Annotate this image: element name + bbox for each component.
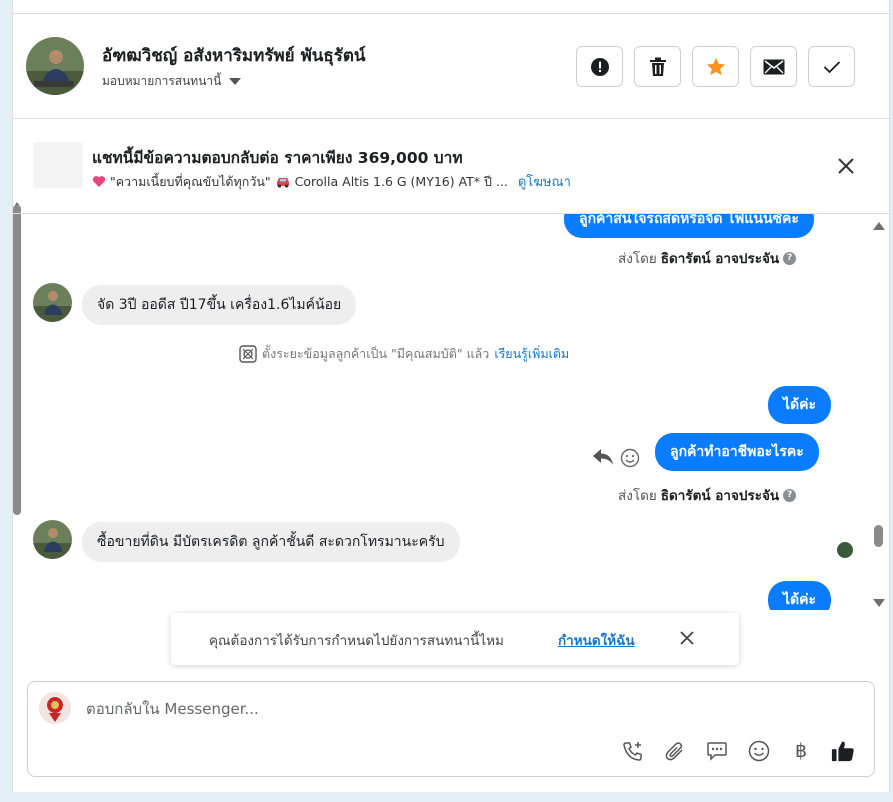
listing-banner: แชทนี้มีข้อความตอบกลับต่อ ราคาเพียง 369,… xyxy=(13,120,889,214)
assign-toast: คุณต้องการได้รับการกำหนดไปยังการสนทนานี้… xyxy=(171,613,739,665)
close-icon[interactable] xyxy=(680,631,694,645)
emoji-button[interactable] xyxy=(747,739,771,763)
outgoing-message[interactable]: ลูกค้าทำอาชีพอะไรคะ xyxy=(655,433,819,471)
star-icon xyxy=(706,57,725,75)
reply-icon[interactable] xyxy=(592,448,614,466)
mail-icon xyxy=(763,59,784,74)
react-emoji-icon[interactable] xyxy=(620,448,640,468)
sender-name: ธิดารัตน์ อาจประจัน xyxy=(660,251,780,267)
emoji-icon xyxy=(748,740,770,762)
outgoing-message[interactable]: ได้ค่ะ xyxy=(768,581,832,610)
trash-icon xyxy=(649,57,666,76)
message-composer: ฿ xyxy=(27,681,875,777)
assign-label: มอบหมายการสนทนานี้ xyxy=(102,74,222,88)
listing-subtitle: "ความเนี้ยบที่คุณขับได้ทุกวัน" Corolla A… xyxy=(92,171,571,192)
sender-name: ธิดารัตน์ อาจประจัน xyxy=(660,488,780,504)
page-avatar xyxy=(39,692,71,724)
system-message: ตั้งระยะข้อมูลลูกค้าเป็น "มีคุณสมบัติ" แ… xyxy=(239,344,569,364)
header-actions xyxy=(576,46,855,87)
like-icon xyxy=(831,741,854,762)
listing-tagline: "ความเนี้ยบที่คุณขับได้ทุกวัน" xyxy=(110,173,271,189)
help-icon[interactable]: ? xyxy=(783,251,797,265)
scroll-down-arrow[interactable] xyxy=(873,599,885,607)
message-thread[interactable]: ลูกค้าสนใจรถสดหรือจัด ไฟแนนซ์คะ ส่งโดย ธ… xyxy=(13,214,889,610)
add-call-icon xyxy=(623,742,642,761)
attach-button[interactable] xyxy=(663,739,687,763)
star-button[interactable] xyxy=(692,46,739,87)
car-icon xyxy=(276,177,289,188)
composer-toolbar: ฿ xyxy=(621,739,855,763)
done-button[interactable] xyxy=(808,46,855,87)
help-icon[interactable]: ? xyxy=(783,488,797,502)
saved-replies-button[interactable] xyxy=(705,739,729,763)
read-receipt-avatar xyxy=(837,542,853,558)
payment-button[interactable]: ฿ xyxy=(789,739,813,763)
system-text: ตั้งระยะข้อมูลลูกค้าเป็น "มีคุณสมบัติ" แ… xyxy=(262,346,490,361)
report-button[interactable] xyxy=(576,46,623,87)
delete-button[interactable] xyxy=(634,46,681,87)
scrollbar-thumb[interactable] xyxy=(874,525,883,547)
baht-icon: ฿ xyxy=(794,740,808,762)
heart-icon xyxy=(92,176,106,187)
scroll-up-arrow[interactable] xyxy=(873,222,885,230)
check-icon xyxy=(823,60,840,73)
view-ad-link[interactable]: ดูโฆษณา xyxy=(518,171,571,192)
assign-to-me-link[interactable]: กำหนดให้ฉัน xyxy=(558,629,635,651)
alert-icon xyxy=(590,57,609,76)
mark-unread-button[interactable] xyxy=(750,46,797,87)
add-call-button[interactable] xyxy=(621,739,645,763)
sent-by-label: ส่งโดย ธิดารัตน์ อาจประจัน ? xyxy=(618,247,797,269)
chevron-down-icon xyxy=(229,78,242,85)
contact-avatar[interactable] xyxy=(26,37,84,95)
contact-avatar-small[interactable] xyxy=(33,520,72,559)
sent-by-prefix: ส่งโดย xyxy=(618,488,657,504)
incoming-message[interactable]: จัด 3ปี ออดีส ปี17ขึ้น เครื่อง1.6ไมค์น้อ… xyxy=(82,285,357,325)
listing-thumbnail[interactable] xyxy=(33,142,83,188)
listing-title: แชทนี้มีข้อความตอบกลับต่อ ราคาเพียง 369,… xyxy=(92,149,463,167)
assign-conversation-dropdown[interactable]: มอบหมายการสนทนานี้ xyxy=(102,72,242,91)
listing-model: Corolla Altis 1.6 G (MY16) AT* ปี ... xyxy=(294,173,508,189)
inbox-conversation-panel: อัฑฒวิชญ์ อสังหาริมทรัพย์ พันธุรัตน์ มอบ… xyxy=(12,0,890,792)
sent-by-prefix: ส่งโดย xyxy=(618,251,657,267)
sent-by-label: ส่งโดย ธิดารัตน์ อาจประจัน ? xyxy=(618,484,797,506)
contact-name[interactable]: อัฑฒวิชญ์ อสังหาริมทรัพย์ พันธุรัตน์ xyxy=(102,42,366,69)
saved-reply-icon xyxy=(707,742,727,761)
like-button[interactable] xyxy=(831,739,855,763)
conversation-header: อัฑฒวิชญ์ อสังหาริมทรัพย์ พันธุรัตน์ มอบ… xyxy=(13,14,889,119)
contact-avatar-small[interactable] xyxy=(33,283,72,322)
close-icon[interactable] xyxy=(837,157,855,175)
lead-status-icon xyxy=(239,345,257,363)
toast-text: คุณต้องการได้รับการกำหนดไปยังการสนทนานี้… xyxy=(209,633,504,649)
attachment-icon xyxy=(665,742,683,761)
learn-more-link[interactable]: เรียนรู้เพิ่มเติม xyxy=(494,344,569,364)
incoming-message[interactable]: ซื้อขายที่ดิน มีบัตรเครดิต ลูกค้าชั้นดี … xyxy=(82,522,460,562)
outgoing-message[interactable]: ได้ค่ะ xyxy=(768,386,832,424)
outgoing-message[interactable]: ลูกค้าสนใจรถสดหรือจัด ไฟแนนซ์คะ xyxy=(564,214,814,238)
message-input[interactable] xyxy=(86,700,786,718)
